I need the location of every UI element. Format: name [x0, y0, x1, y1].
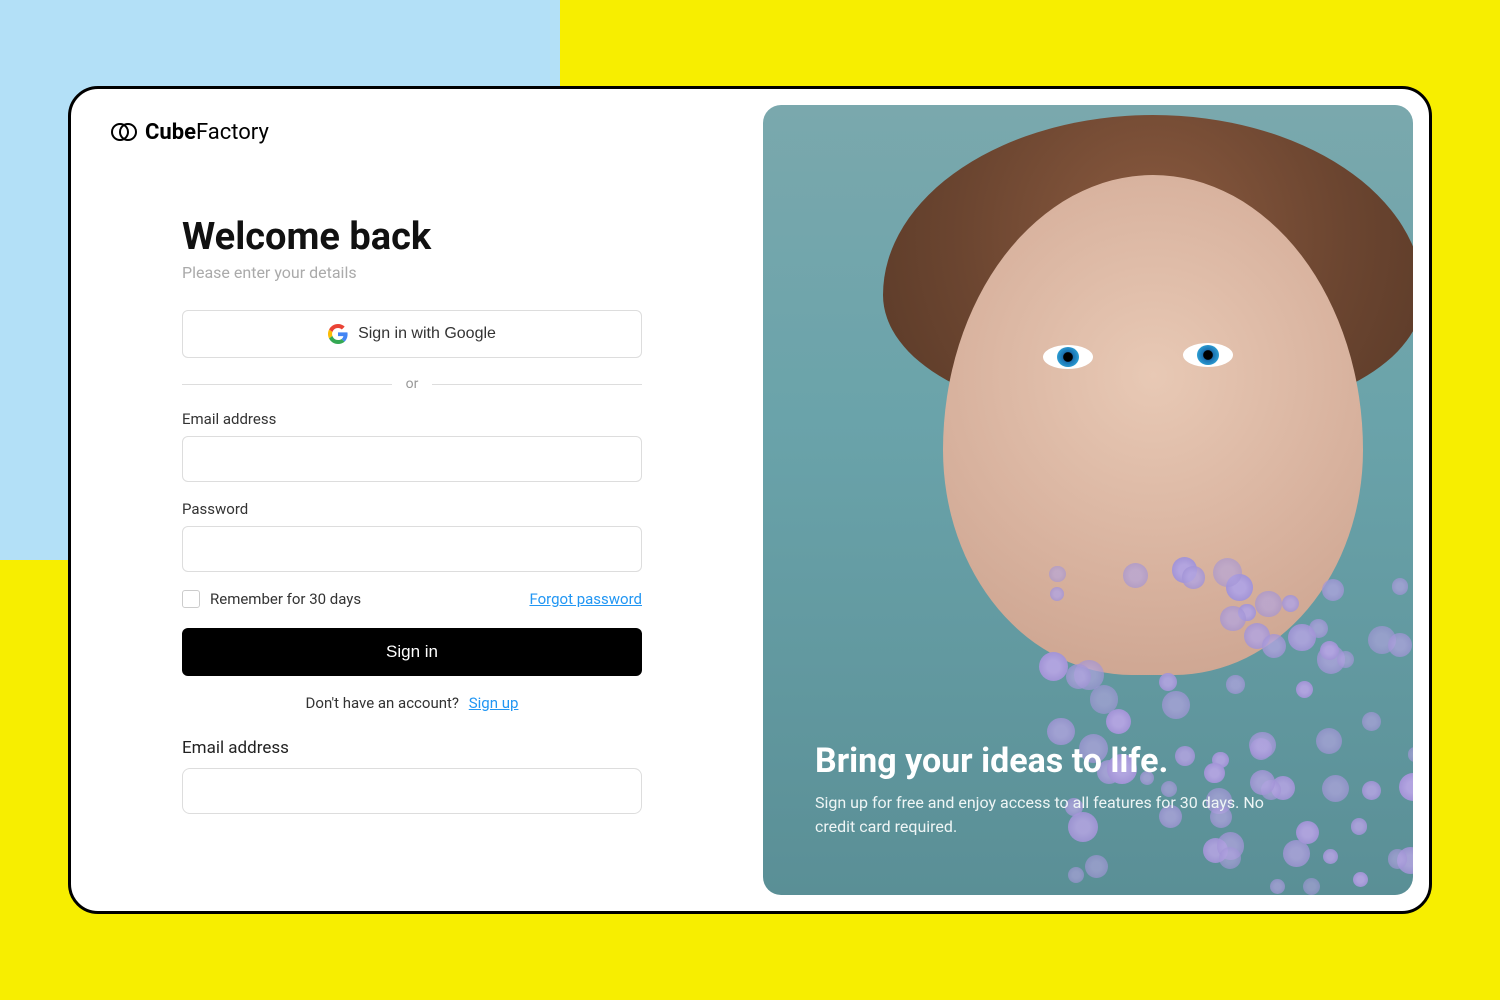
divider-line: [432, 384, 642, 385]
password-label: Password: [182, 500, 642, 518]
flowers: [1033, 535, 1413, 895]
signin-button[interactable]: Sign in: [182, 628, 642, 676]
portrait-eye: [1043, 345, 1093, 369]
brand-logo: CubeFactory: [111, 119, 713, 145]
extra-email-label: Email address: [182, 738, 642, 758]
password-field[interactable]: [182, 526, 642, 572]
cubefactory-logo-icon: [111, 119, 137, 145]
signin-panel: CubeFactory Welcome back Please enter yo…: [71, 89, 763, 911]
signup-prompt-row: Don't have an account? Sign up: [182, 694, 642, 712]
forgot-password-link[interactable]: Forgot password: [529, 590, 642, 608]
divider-line: [182, 384, 392, 385]
google-signin-button[interactable]: Sign in with Google: [182, 310, 642, 358]
hero-text: Bring your ideas to life. Sign up for fr…: [815, 741, 1275, 839]
signup-link[interactable]: Sign up: [469, 694, 519, 712]
hero-image: Bring your ideas to life. Sign up for fr…: [763, 105, 1413, 895]
remember-label: Remember for 30 days: [210, 590, 361, 608]
extra-email-field[interactable]: [182, 768, 642, 814]
google-icon: [328, 324, 348, 344]
portrait-eye: [1183, 343, 1233, 367]
email-field[interactable]: [182, 436, 642, 482]
hero-subtitle: Sign up for free and enjoy access to all…: [815, 791, 1275, 839]
options-row: Remember for 30 days Forgot password: [182, 590, 642, 608]
brand-name: CubeFactory: [145, 120, 269, 145]
signin-card: CubeFactory Welcome back Please enter yo…: [68, 86, 1432, 914]
divider: or: [182, 376, 642, 392]
remember-checkbox[interactable]: [182, 590, 200, 608]
signup-prompt: Don't have an account?: [306, 694, 459, 712]
page-title: Welcome back: [182, 215, 642, 259]
page-subtitle: Please enter your details: [182, 263, 642, 282]
google-signin-label: Sign in with Google: [358, 325, 496, 343]
hero-title: Bring your ideas to life.: [815, 741, 1275, 781]
hero-panel: Bring your ideas to life. Sign up for fr…: [763, 89, 1429, 911]
signin-form: Welcome back Please enter your details S…: [182, 215, 642, 814]
email-label: Email address: [182, 410, 642, 428]
divider-text: or: [406, 376, 419, 392]
remember-checkbox-wrap[interactable]: Remember for 30 days: [182, 590, 361, 608]
